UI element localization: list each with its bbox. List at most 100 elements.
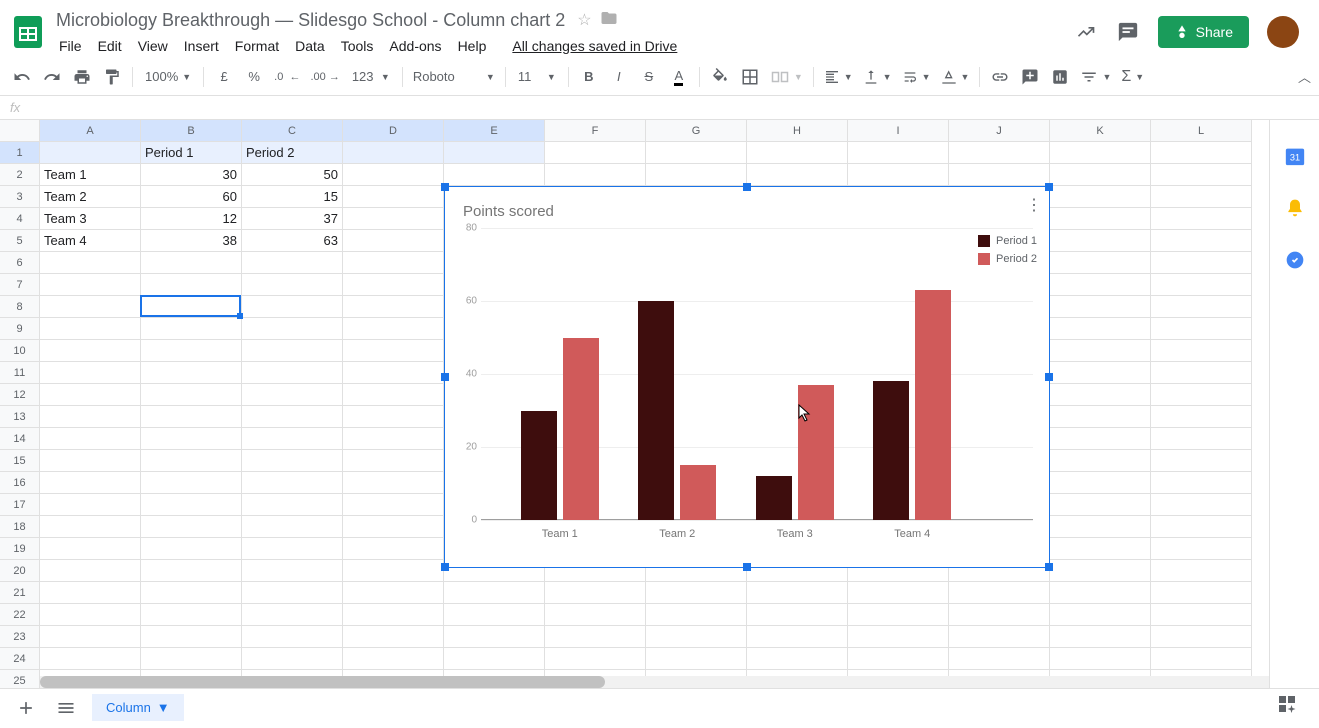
cell-B10[interactable] (141, 340, 242, 362)
activity-icon[interactable] (1074, 20, 1098, 44)
cell-E1[interactable] (444, 142, 545, 164)
resize-handle-l[interactable] (441, 373, 449, 381)
cell-G21[interactable] (646, 582, 747, 604)
cell-F2[interactable] (545, 164, 646, 186)
zoom-select[interactable]: 100%▼ (139, 63, 197, 91)
col-header-F[interactable]: F (545, 120, 646, 142)
cell-D3[interactable] (343, 186, 444, 208)
col-header-L[interactable]: L (1151, 120, 1252, 142)
cell-C13[interactable] (242, 406, 343, 428)
cell-C17[interactable] (242, 494, 343, 516)
menu-view[interactable]: View (131, 35, 175, 57)
cell-C20[interactable] (242, 560, 343, 582)
cell-B1[interactable]: Period 1 (141, 142, 242, 164)
cell-G2[interactable] (646, 164, 747, 186)
cell-B24[interactable] (141, 648, 242, 670)
cell-B16[interactable] (141, 472, 242, 494)
cell-D4[interactable] (343, 208, 444, 230)
cell-D13[interactable] (343, 406, 444, 428)
merge-button[interactable]: ▼ (766, 63, 807, 91)
cell-I24[interactable] (848, 648, 949, 670)
paint-format-button[interactable] (98, 63, 126, 91)
cell-A9[interactable] (40, 318, 141, 340)
cell-E2[interactable] (444, 164, 545, 186)
cell-K21[interactable] (1050, 582, 1151, 604)
cell-B18[interactable] (141, 516, 242, 538)
sheets-logo[interactable] (8, 12, 48, 52)
cell-A16[interactable] (40, 472, 141, 494)
share-button[interactable]: Share (1158, 16, 1249, 48)
cell-L1[interactable] (1151, 142, 1252, 164)
row-header-6[interactable]: 6 (0, 252, 40, 274)
undo-button[interactable] (8, 63, 36, 91)
row-header-18[interactable]: 18 (0, 516, 40, 538)
cell-G23[interactable] (646, 626, 747, 648)
cell-K14[interactable] (1050, 428, 1151, 450)
menu-insert[interactable]: Insert (177, 35, 226, 57)
cell-K9[interactable] (1050, 318, 1151, 340)
cell-D18[interactable] (343, 516, 444, 538)
resize-handle-b[interactable] (743, 563, 751, 571)
cell-C21[interactable] (242, 582, 343, 604)
row-header-14[interactable]: 14 (0, 428, 40, 450)
cell-L8[interactable] (1151, 296, 1252, 318)
cell-F1[interactable] (545, 142, 646, 164)
cell-A22[interactable] (40, 604, 141, 626)
row-header-19[interactable]: 19 (0, 538, 40, 560)
v-align-button[interactable]: ▼ (859, 63, 896, 91)
cell-H23[interactable] (747, 626, 848, 648)
cell-A7[interactable] (40, 274, 141, 296)
row-header-12[interactable]: 12 (0, 384, 40, 406)
row-header-7[interactable]: 7 (0, 274, 40, 296)
menu-tools[interactable]: Tools (334, 35, 381, 57)
cell-A12[interactable] (40, 384, 141, 406)
cell-B11[interactable] (141, 362, 242, 384)
insert-chart-button[interactable] (1046, 63, 1074, 91)
row-header-13[interactable]: 13 (0, 406, 40, 428)
menu-addons[interactable]: Add-ons (382, 35, 448, 57)
cell-K23[interactable] (1050, 626, 1151, 648)
cell-B2[interactable]: 30 (141, 164, 242, 186)
cell-J22[interactable] (949, 604, 1050, 626)
cell-C16[interactable] (242, 472, 343, 494)
col-header-K[interactable]: K (1050, 120, 1151, 142)
cell-I1[interactable] (848, 142, 949, 164)
menu-file[interactable]: File (52, 35, 89, 57)
cell-E23[interactable] (444, 626, 545, 648)
col-header-H[interactable]: H (747, 120, 848, 142)
cell-L20[interactable] (1151, 560, 1252, 582)
col-header-J[interactable]: J (949, 120, 1050, 142)
cell-A13[interactable] (40, 406, 141, 428)
cell-K8[interactable] (1050, 296, 1151, 318)
cell-H22[interactable] (747, 604, 848, 626)
row-header-15[interactable]: 15 (0, 450, 40, 472)
cell-K22[interactable] (1050, 604, 1151, 626)
cell-K2[interactable] (1050, 164, 1151, 186)
cell-F21[interactable] (545, 582, 646, 604)
filter-button[interactable]: ▼ (1076, 63, 1115, 91)
row-header-11[interactable]: 11 (0, 362, 40, 384)
bar-Team 4-Period 2[interactable] (915, 290, 951, 520)
cell-L18[interactable] (1151, 516, 1252, 538)
cell-D16[interactable] (343, 472, 444, 494)
resize-handle-tl[interactable] (441, 183, 449, 191)
add-sheet-button[interactable] (12, 694, 40, 722)
cell-A21[interactable] (40, 582, 141, 604)
cell-B15[interactable] (141, 450, 242, 472)
sheet-tab[interactable]: Column▼ (92, 694, 184, 721)
cell-D20[interactable] (343, 560, 444, 582)
font-select[interactable]: Roboto▼ (409, 63, 499, 91)
col-header-I[interactable]: I (848, 120, 949, 142)
menu-format[interactable]: Format (228, 35, 286, 57)
cell-D21[interactable] (343, 582, 444, 604)
cell-C18[interactable] (242, 516, 343, 538)
cell-E21[interactable] (444, 582, 545, 604)
cell-A17[interactable] (40, 494, 141, 516)
move-folder-icon[interactable] (600, 9, 618, 32)
cell-C4[interactable]: 37 (242, 208, 343, 230)
cell-B3[interactable]: 60 (141, 186, 242, 208)
text-color-button[interactable]: A (665, 63, 693, 91)
cell-A5[interactable]: Team 4 (40, 230, 141, 252)
collapse-toolbar-icon[interactable]: ︿ (1298, 67, 1311, 86)
menu-edit[interactable]: Edit (91, 35, 129, 57)
